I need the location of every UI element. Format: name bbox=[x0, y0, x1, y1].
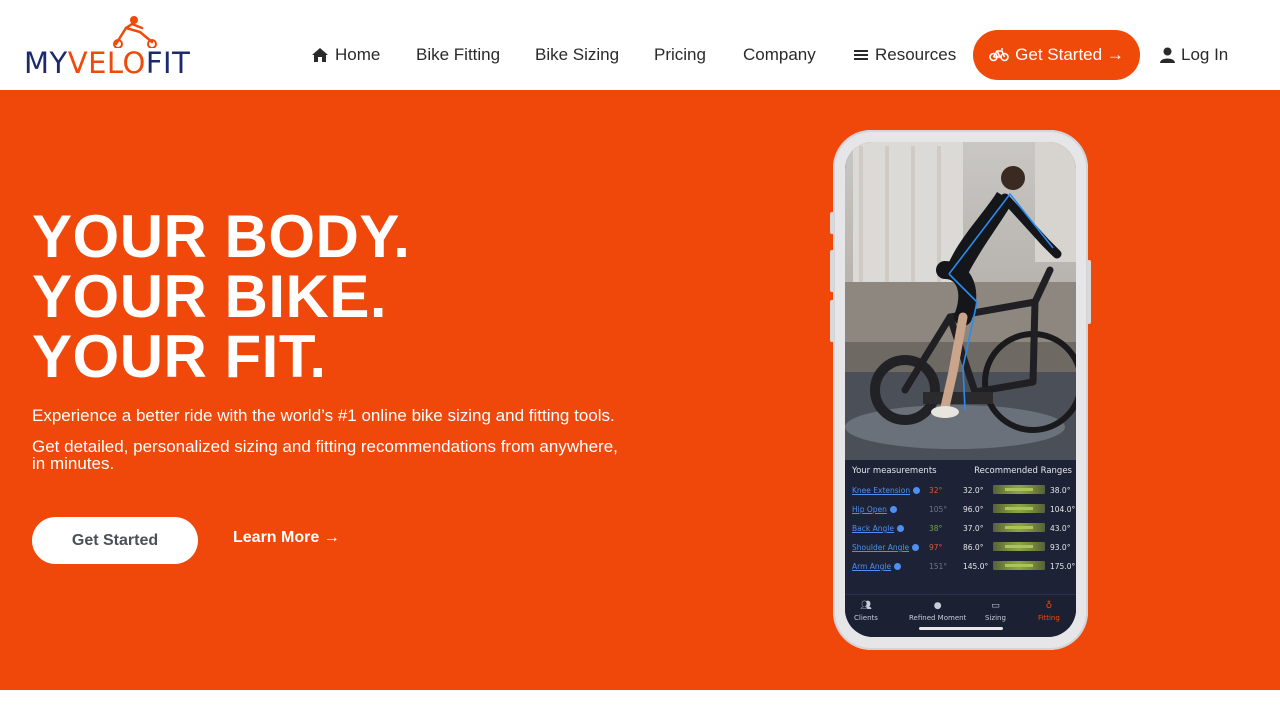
nav-bike-sizing-label: Bike Sizing bbox=[535, 45, 620, 64]
hero-section: YOUR BODY. YOUR BIKE. YOUR FIT. Experien… bbox=[0, 90, 1280, 690]
help-icon[interactable] bbox=[912, 544, 920, 551]
headline-line-1: YOUR BODY. bbox=[32, 203, 411, 270]
range-max: 175.0° bbox=[1050, 562, 1076, 571]
tab-fitting-label: Fitting bbox=[1038, 614, 1060, 622]
menu-icon bbox=[854, 50, 868, 60]
help-icon[interactable] bbox=[913, 487, 921, 494]
cyclist-photo bbox=[845, 142, 1076, 460]
phone-volume-up bbox=[830, 250, 834, 292]
measurement-row[interactable]: Hip Open 105° 96.0° 104.0° bbox=[852, 503, 1076, 517]
phone-power-button bbox=[1087, 260, 1091, 324]
myvelofit-logo[interactable]: MYVELOFIT bbox=[24, 14, 196, 80]
site-header: MYVELOFIT Home Bike Fitting Bike Sizing … bbox=[0, 0, 1280, 90]
help-icon[interactable] bbox=[896, 525, 904, 532]
range-max: 38.0° bbox=[1050, 486, 1071, 495]
range-bar bbox=[993, 561, 1045, 570]
measurements-title: Your measurements bbox=[852, 466, 937, 476]
range-min: 37.0° bbox=[963, 524, 984, 533]
home-indicator bbox=[919, 627, 1003, 630]
measurement-name[interactable]: Hip Open bbox=[852, 505, 897, 514]
page: MYVELOFIT Home Bike Fitting Bike Sizing … bbox=[0, 0, 1280, 720]
measurement-row[interactable]: Shoulder Angle 97° 86.0° 93.0° bbox=[852, 541, 1073, 555]
measurement-name[interactable]: Knee Extension bbox=[852, 486, 921, 495]
login-label: Log In bbox=[1181, 45, 1229, 64]
hero-subtitle: Experience a better ride with the world’… bbox=[32, 406, 615, 425]
help-icon[interactable] bbox=[889, 506, 897, 513]
logo-wordmark: MYVELOFIT bbox=[24, 46, 191, 80]
range-max: 43.0° bbox=[1050, 524, 1071, 533]
bicycle-icon bbox=[989, 48, 1009, 62]
phone-screen: Your measurements Recommended Ranges Kne… bbox=[845, 142, 1076, 637]
user-icon bbox=[1160, 47, 1175, 63]
range-min: 145.0° bbox=[963, 562, 989, 571]
phone-volume-down bbox=[830, 300, 834, 342]
nav-bike-fitting[interactable]: Bike Fitting bbox=[416, 30, 500, 80]
bicycle-icon: ♁︎ bbox=[1045, 601, 1053, 611]
measurement-value: 151° bbox=[929, 562, 948, 571]
measurement-value: 32° bbox=[929, 486, 943, 495]
range-bar bbox=[993, 504, 1045, 513]
learn-more-link[interactable]: Learn More → bbox=[233, 529, 340, 547]
nav-bike-sizing[interactable]: Bike Sizing bbox=[535, 30, 619, 80]
measurement-name[interactable]: Arm Angle bbox=[852, 562, 902, 571]
range-min: 32.0° bbox=[963, 486, 984, 495]
tab-sizing[interactable]: ▭ Sizing bbox=[985, 601, 1006, 622]
ruler-icon: ▭ bbox=[991, 601, 1000, 611]
tab-fitting[interactable]: ♁︎ Fitting bbox=[1038, 601, 1060, 622]
nav-company[interactable]: Company bbox=[743, 30, 816, 80]
cyclist-illustration bbox=[845, 142, 1076, 460]
tab-clients[interactable]: 👥︎ Clients bbox=[854, 601, 878, 622]
nav-pricing[interactable]: Pricing bbox=[654, 30, 706, 80]
home-icon bbox=[312, 48, 328, 62]
tab-refined-moment-label: Refined Moment bbox=[909, 614, 967, 622]
measurement-name[interactable]: Shoulder Angle bbox=[852, 543, 920, 552]
nav-resources-label: Resources bbox=[875, 45, 957, 64]
measurement-row[interactable]: Arm Angle 151° 145.0° 175.0° bbox=[852, 560, 1076, 574]
headline-line-3: YOUR FIT. bbox=[32, 323, 327, 390]
headline-line-2: YOUR BIKE. bbox=[32, 263, 388, 330]
nav-bike-fitting-label: Bike Fitting bbox=[416, 45, 501, 64]
panel-header: Your measurements Recommended Ranges bbox=[852, 466, 1072, 476]
phone-mute-switch bbox=[830, 212, 834, 234]
tab-sizing-label: Sizing bbox=[985, 614, 1006, 622]
range-bar bbox=[993, 485, 1045, 494]
nav-resources[interactable]: Resources bbox=[853, 30, 956, 80]
measurement-name[interactable]: Back Angle bbox=[852, 524, 904, 533]
range-min: 86.0° bbox=[963, 543, 984, 552]
measurement-value: 105° bbox=[929, 505, 948, 514]
person-icon: ● bbox=[933, 601, 942, 611]
nav-pricing-label: Pricing bbox=[654, 45, 706, 64]
users-icon: 👥︎ bbox=[860, 601, 872, 611]
range-max: 93.0° bbox=[1050, 543, 1071, 552]
nav-home[interactable]: Home bbox=[311, 30, 380, 80]
measurement-row[interactable]: Knee Extension 32° 32.0° 38.0° bbox=[852, 484, 1073, 498]
measurement-row[interactable]: Back Angle 38° 37.0° 43.0° bbox=[852, 522, 1073, 536]
ranges-title: Recommended Ranges bbox=[974, 466, 1072, 476]
range-min: 96.0° bbox=[963, 505, 984, 514]
phone-mockup: Your measurements Recommended Ranges Kne… bbox=[830, 130, 1091, 650]
login-link[interactable]: Log In bbox=[1160, 30, 1228, 80]
hero-description: Get detailed, personalized sizing and fi… bbox=[32, 437, 618, 473]
tab-refined-moment[interactable]: ● Refined Moment bbox=[909, 601, 966, 622]
measurement-value: 38° bbox=[929, 524, 943, 533]
hero-headline: YOUR BODY. YOUR BIKE. YOUR FIT. bbox=[32, 207, 410, 387]
nav-company-label: Company bbox=[743, 45, 816, 64]
tab-clients-label: Clients bbox=[854, 614, 878, 622]
help-icon[interactable] bbox=[894, 563, 902, 570]
range-bar bbox=[993, 542, 1045, 551]
range-bar bbox=[993, 523, 1045, 532]
get-started-nav-label: Get Started → bbox=[1015, 45, 1124, 64]
cyclist-logo-icon bbox=[113, 16, 157, 48]
measurement-value: 97° bbox=[929, 543, 943, 552]
get-started-nav-button[interactable]: Get Started → bbox=[973, 30, 1140, 80]
nav-home-label: Home bbox=[335, 45, 381, 64]
range-max: 104.0° bbox=[1050, 505, 1076, 514]
get-started-hero-button[interactable]: Get Started bbox=[32, 517, 198, 564]
